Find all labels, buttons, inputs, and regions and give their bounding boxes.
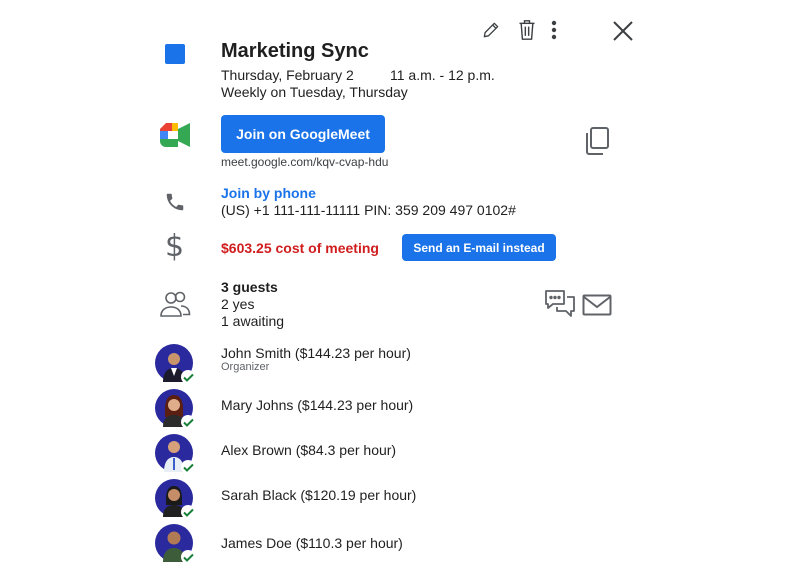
event-recurrence: Weekly on Tuesday, Thursday: [221, 84, 408, 100]
guest-name: Mary Johns ($144.23 per hour): [221, 397, 414, 413]
edit-button[interactable]: [480, 19, 502, 41]
meeting-cost: $603.25 cost of meeting: [221, 240, 379, 256]
accepted-check-icon: [181, 550, 195, 564]
event-title: Marketing Sync: [221, 40, 369, 62]
chat-guests-button[interactable]: [543, 289, 577, 319]
event-time: 11 a.m. - 12 p.m.: [390, 67, 495, 83]
send-email-button[interactable]: Send an E-mail instead: [402, 234, 556, 261]
guests-yes: 2 yes: [221, 296, 255, 312]
join-meet-button[interactable]: Join on GoogleMeet: [221, 115, 385, 153]
delete-button[interactable]: [515, 18, 539, 42]
guest-name: Sarah Black ($120.19 per hour): [221, 487, 417, 503]
guests-icon: [159, 290, 191, 323]
accepted-check-icon: [181, 505, 195, 519]
accepted-check-icon: [181, 460, 195, 474]
phone-icon: [164, 190, 186, 219]
guests-summary: 3 guests: [221, 279, 278, 295]
guest-role: Organizer: [221, 361, 270, 373]
kebab-icon: [551, 20, 557, 40]
phone-number: (US) +1 111-111-11111 PIN: 359 209 497 0…: [221, 202, 516, 218]
trash-icon: [519, 20, 535, 40]
guest-avatar-alex-brown: [155, 434, 195, 474]
guest-avatar-mary-johns: [155, 389, 195, 429]
close-button[interactable]: [610, 18, 636, 44]
more-options-button[interactable]: [546, 18, 562, 42]
copy-icon: [586, 127, 609, 155]
google-meet-icon: [160, 123, 190, 152]
guest-avatar-john-smith: [155, 344, 195, 384]
guest-name: John Smith ($144.23 per hour): [221, 345, 411, 361]
guest-avatar-sarah-black: [155, 479, 195, 519]
event-date: Thursday, February 2: [221, 67, 354, 83]
guest-name: James Doe ($110.3 per hour): [221, 535, 403, 551]
accepted-check-icon: [181, 370, 195, 384]
dollar-icon: $: [165, 229, 185, 264]
join-by-phone-link[interactable]: Join by phone: [221, 185, 316, 201]
event-color-square: [165, 44, 185, 64]
copy-link-button[interactable]: [582, 125, 612, 157]
email-guests-button[interactable]: [581, 292, 613, 318]
pencil-icon: [483, 22, 499, 38]
mail-icon: [582, 294, 612, 316]
guest-avatar-james-doe: [155, 524, 195, 564]
accepted-check-icon: [181, 415, 195, 429]
meet-link[interactable]: meet.google.com/kqv-cvap-hdu: [221, 155, 388, 169]
chat-icon: [545, 290, 575, 317]
guest-name: Alex Brown ($84.3 per hour): [221, 442, 397, 458]
close-icon: [613, 21, 633, 41]
guests-awaiting: 1 awaiting: [221, 313, 285, 329]
